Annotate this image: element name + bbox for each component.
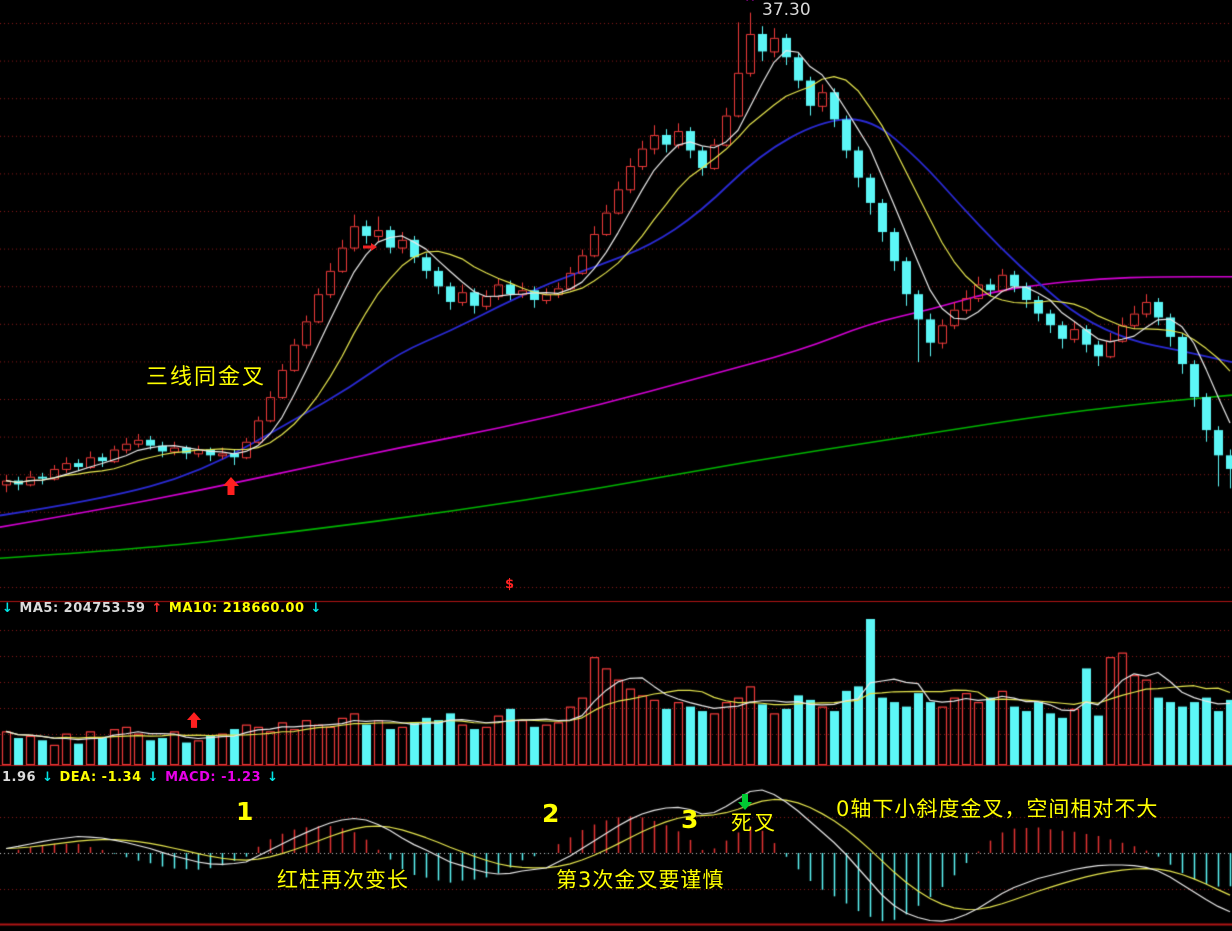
macd-dea-label: DEA: -1.34 xyxy=(59,770,141,785)
volume-ma10-label: MA10: 218660.00 xyxy=(169,601,305,616)
macd-dif-value: 1.96 xyxy=(2,770,36,785)
marker-arrow-icon[interactable] xyxy=(363,243,377,251)
death-cross-label[interactable]: 死叉 xyxy=(731,812,777,835)
annotation-three-line-golden-cross[interactable]: 三线同金叉 xyxy=(146,366,266,390)
stock-chart-app: ^ ^ ^ ^ 37.30 三线同金叉 $ ↓ MA5: 204753.59 ↑… xyxy=(0,0,1232,931)
macd-down-arrow-icon: ↓ xyxy=(267,770,278,785)
golden-cross-marker-3[interactable]: 3 xyxy=(681,806,698,834)
note-red-bars-lengthen[interactable]: 红柱再次变长 xyxy=(277,869,409,892)
death-cross-down-arrow-icon[interactable] xyxy=(738,794,752,810)
volume-signal-up-arrow-icon[interactable] xyxy=(187,712,201,728)
macd-dif-down-arrow-icon: ↓ xyxy=(42,770,53,785)
volume-ma5-label: MA5: 204753.59 xyxy=(19,601,145,616)
volume-ma-legend: ↓ MA5: 204753.59 ↑ MA10: 218660.00 ↓ xyxy=(2,601,322,616)
peak-tick-icon: ^ xyxy=(101,0,111,8)
note-third-golden-cross-caution[interactable]: 第3次金叉要谨慎 xyxy=(556,869,724,892)
volume-ma5-up-arrow-icon: ↑ xyxy=(151,601,162,616)
peak-tick-icon: ^ xyxy=(254,0,264,8)
chart-canvas[interactable] xyxy=(0,0,1232,931)
divider-marker: $ xyxy=(505,578,514,592)
macd-legend: 1.96 ↓ DEA: -1.34 ↓ MACD: -1.23 ↓ xyxy=(2,770,279,785)
peak-tick-icon: ^ xyxy=(745,0,755,9)
golden-cross-marker-1[interactable]: 1 xyxy=(236,798,253,826)
golden-cross-marker-2[interactable]: 2 xyxy=(542,800,559,828)
macd-dea-down-arrow-icon: ↓ xyxy=(148,770,159,785)
macd-value-label: MACD: -1.23 xyxy=(165,770,261,785)
peak-price-label: 37.30 xyxy=(762,1,811,20)
peak-tick-icon: ^ xyxy=(321,0,331,8)
volume-ma10-down-arrow-icon: ↓ xyxy=(311,601,322,616)
volume-trend-down-arrow-icon: ↓ xyxy=(2,601,13,616)
buy-signal-up-arrow-icon[interactable] xyxy=(223,477,239,495)
note-zero-axis-golden-cross[interactable]: 0轴下小斜度金叉，空间相对不大 xyxy=(836,798,1158,821)
